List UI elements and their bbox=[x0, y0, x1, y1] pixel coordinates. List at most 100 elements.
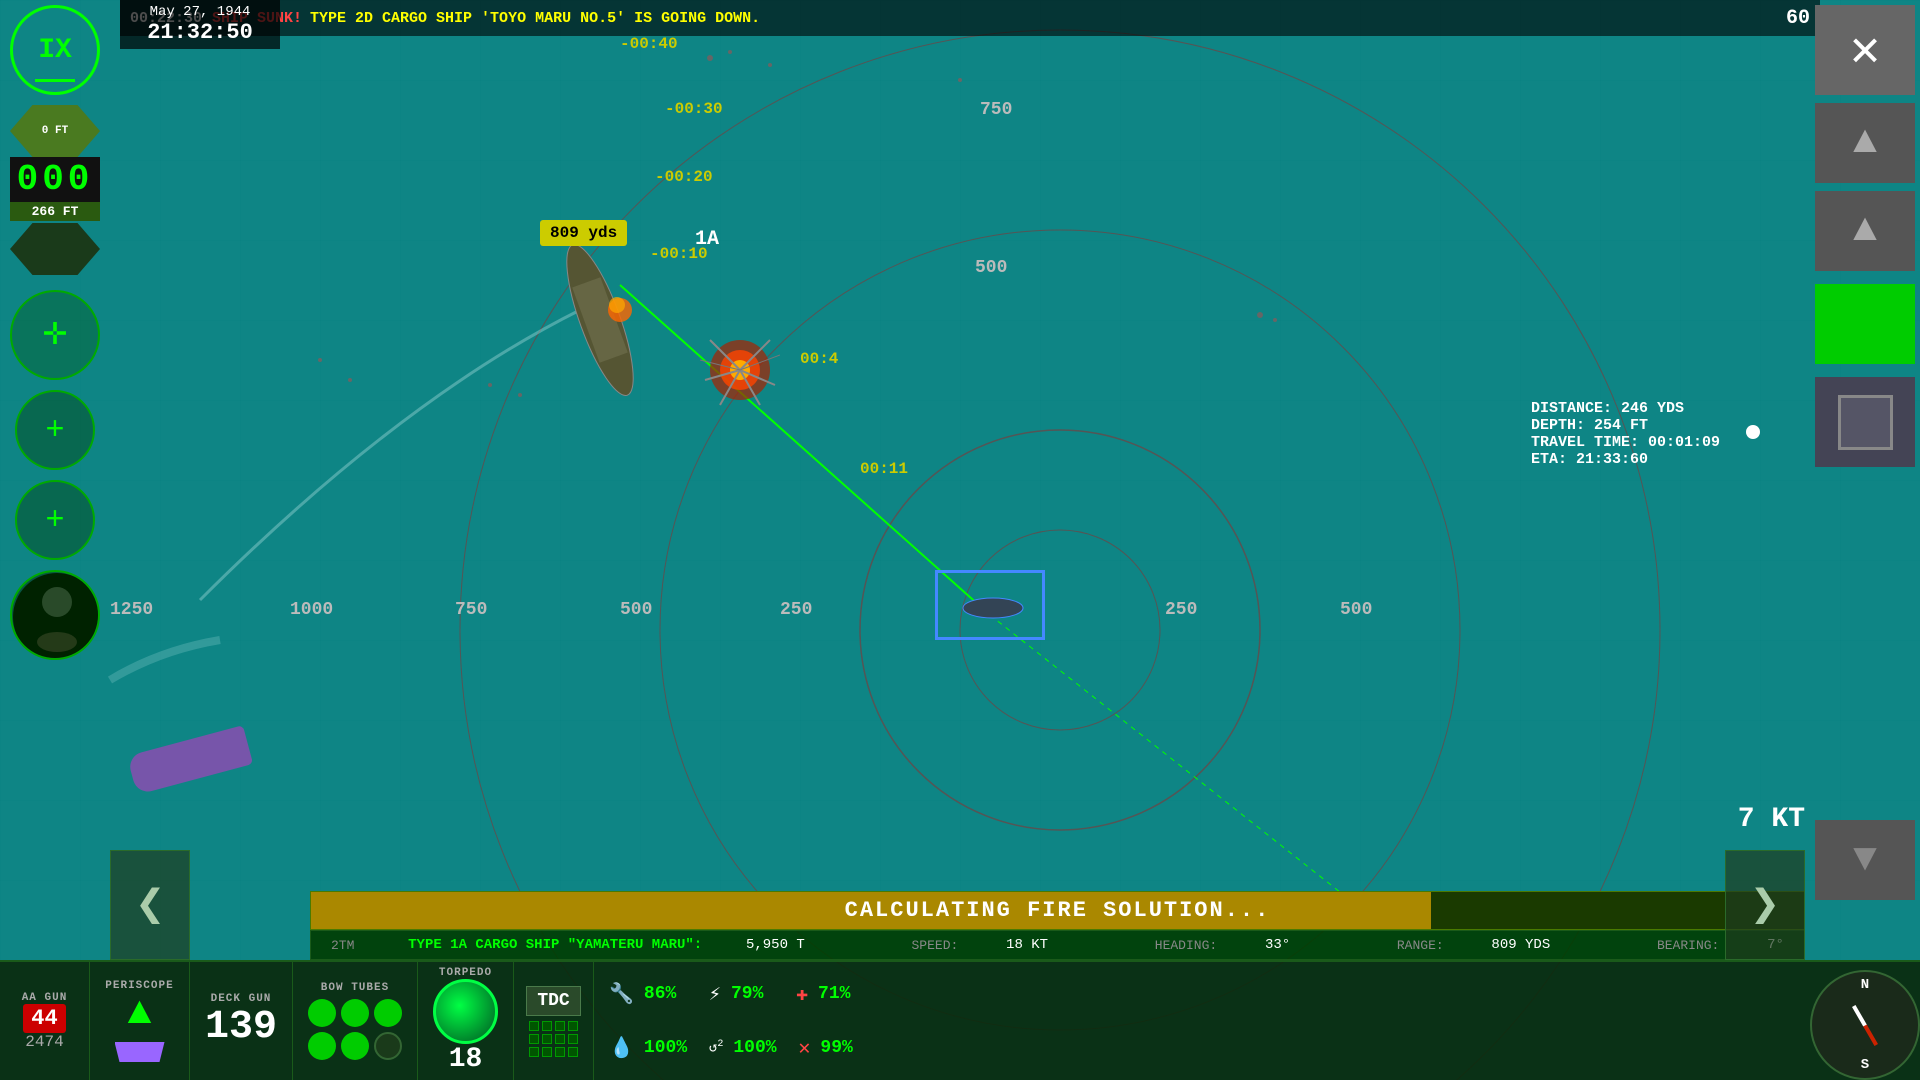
tube-5 bbox=[341, 1032, 369, 1060]
nav-cross-button[interactable]: ✛ bbox=[10, 290, 100, 380]
range-label-750: 750 bbox=[980, 100, 1012, 120]
fire-solution-panel: CALCULATING FIRE SOLUTION... 2TM TYPE 1A… bbox=[310, 891, 1805, 960]
periscope-up-icon: ▲ bbox=[127, 992, 151, 1037]
tdc-section[interactable]: TDC bbox=[514, 962, 594, 1080]
torpedo-distance: DISTANCE: 246 YDS bbox=[1531, 400, 1720, 417]
selection-box bbox=[935, 570, 1045, 640]
periscope-view-circle[interactable] bbox=[10, 570, 100, 660]
tdc-dot-10 bbox=[542, 1047, 552, 1057]
chevron-up-icon-1: ▲ bbox=[1853, 121, 1877, 166]
tdc-dot-2 bbox=[542, 1021, 552, 1031]
water-icon: 💧 bbox=[609, 1035, 634, 1061]
time-display: 21:32:50 bbox=[128, 20, 272, 45]
target-heading: 33° bbox=[1265, 937, 1290, 953]
range-label-1250: 1250 bbox=[110, 600, 153, 620]
datetime-box: May 27, 1944 21:32:50 bbox=[120, 0, 280, 49]
scroll-down-button[interactable]: ▼ bbox=[1815, 820, 1915, 900]
torpedo-depth: DEPTH: 254 FT bbox=[1531, 417, 1720, 434]
wrench-icon: 🔧 bbox=[609, 981, 634, 1007]
speed-label: SPEED: bbox=[911, 938, 958, 953]
roman-numeral-button[interactable]: IX bbox=[10, 5, 100, 95]
zoom-in-button[interactable]: + bbox=[15, 390, 95, 470]
compass-south: S bbox=[1861, 1057, 1869, 1073]
close-button[interactable]: ✕ bbox=[1815, 5, 1915, 95]
notification-bar: 00:22:30 SHIP SUNK! TYPE 2D CARGO SHIP '… bbox=[120, 0, 1820, 36]
torpedo-eta: ETA: 21:33:60 bbox=[1531, 451, 1720, 468]
right-panel: ✕ ▲ ▲ ▼ bbox=[1810, 0, 1920, 900]
chevron-down-icon: ▼ bbox=[1853, 838, 1877, 883]
date-display: May 27, 1944 bbox=[128, 4, 272, 20]
aa-gun-section: AA GUN 44 2474 bbox=[0, 962, 90, 1080]
notification-counter: 60 bbox=[1786, 7, 1810, 30]
wrench-pct: 86% bbox=[644, 984, 699, 1004]
tdc-button[interactable]: TDC bbox=[526, 986, 580, 1016]
range-label-500c: 500 bbox=[1340, 600, 1372, 620]
tdc-dot-8 bbox=[568, 1034, 578, 1044]
target-speed: 18 KT bbox=[1006, 937, 1048, 953]
time-label-6: 00:11 bbox=[860, 460, 908, 478]
tdc-grid bbox=[529, 1021, 578, 1057]
tdc-dot-5 bbox=[529, 1034, 539, 1044]
tube-1 bbox=[308, 999, 336, 1027]
depth-readout: 000 bbox=[10, 157, 100, 202]
depth-ft-label: 266 FT bbox=[10, 202, 100, 221]
close-icon: ✕ bbox=[1850, 19, 1880, 81]
bottom-hex bbox=[10, 223, 100, 275]
explosion-effect bbox=[700, 330, 780, 410]
cross-pct: 71% bbox=[818, 984, 873, 1004]
target-type-id: 2TM bbox=[331, 938, 354, 953]
x-pct: 99% bbox=[820, 1038, 875, 1058]
reload-icon: ↺2 bbox=[709, 1039, 723, 1057]
lightning-pct: 79% bbox=[731, 984, 786, 1004]
deck-gun-label: DECK GUN bbox=[211, 993, 272, 1005]
tdc-dot-7 bbox=[555, 1034, 565, 1044]
depth-indicator: 0 FT 000 266 FT bbox=[10, 105, 100, 275]
nav-right-button[interactable]: ❯ bbox=[1725, 850, 1805, 960]
fire-solution-bar: CALCULATING FIRE SOLUTION... bbox=[310, 891, 1805, 930]
time-label-3: -00:20 bbox=[655, 168, 713, 186]
tube-2 bbox=[341, 999, 369, 1027]
nav-left-button[interactable]: ❮ bbox=[110, 850, 190, 960]
time-label-1: -00:40 bbox=[620, 35, 678, 53]
left-arrow-icon: ❮ bbox=[135, 874, 165, 936]
target-range: 809 YDS bbox=[1491, 937, 1550, 953]
tdc-dot-9 bbox=[529, 1047, 539, 1057]
square-button[interactable] bbox=[1815, 377, 1915, 467]
deck-gun-value: 139 bbox=[205, 1005, 277, 1050]
lightning-icon: ⚡ bbox=[709, 981, 721, 1007]
torpedo-info-box: DISTANCE: 246 YDS DEPTH: 254 FT TRAVEL T… bbox=[1531, 400, 1720, 468]
reload-pct: 100% bbox=[733, 1038, 788, 1058]
range-label-250: 250 bbox=[780, 600, 812, 620]
speed-indicator: 7 KT bbox=[1738, 804, 1805, 835]
compass-needle bbox=[1852, 1005, 1878, 1046]
time-label-2: -00:30 bbox=[665, 100, 723, 118]
aa-gun-label: AA GUN bbox=[22, 992, 68, 1004]
torpedo-label: TORPEDO bbox=[439, 967, 492, 979]
action-button[interactable]: + bbox=[15, 480, 95, 560]
tdc-dot-12 bbox=[568, 1047, 578, 1057]
plus-icon: + bbox=[45, 412, 64, 449]
range-label-500b: 500 bbox=[620, 600, 652, 620]
range-label-1000: 1000 bbox=[290, 600, 333, 620]
status-section: 🔧 86% ⚡ 79% ✚ 71% 💧 100% ↺2 100% ✕ 99% bbox=[594, 962, 1920, 1080]
target-distance-label: 809 yds bbox=[540, 220, 627, 246]
bottom-hud: AA GUN 44 2474 PERISCOPE ▲ DECK GUN 139 … bbox=[0, 960, 1920, 1080]
scroll-up-button-1[interactable]: ▲ bbox=[1815, 103, 1915, 183]
green-indicator bbox=[1815, 284, 1915, 364]
white-dot-indicator bbox=[1746, 425, 1760, 439]
bow-tubes-section[interactable]: BOW TUBES bbox=[293, 962, 418, 1080]
aa-gun-value: 44 bbox=[23, 1004, 65, 1033]
tdc-dot-6 bbox=[542, 1034, 552, 1044]
x-icon: ✕ bbox=[798, 1035, 810, 1061]
compass-north: N bbox=[1861, 977, 1869, 993]
tdc-dot-1 bbox=[529, 1021, 539, 1031]
compass-rose: N S bbox=[1810, 970, 1920, 1080]
bow-tubes-label: BOW TUBES bbox=[321, 982, 389, 994]
target-info-bar: 2TM TYPE 1A CARGO SHIP "YAMATERU MARU": … bbox=[310, 930, 1805, 960]
bearing-label: BEARING: bbox=[1657, 938, 1719, 953]
scroll-up-button-2[interactable]: ▲ bbox=[1815, 191, 1915, 271]
chevron-up-icon-2: ▲ bbox=[1853, 209, 1877, 254]
range-label: RANGE: bbox=[1397, 938, 1444, 953]
aa-gun-count: 2474 bbox=[25, 1033, 63, 1051]
periscope-section[interactable]: PERISCOPE ▲ bbox=[90, 962, 190, 1080]
